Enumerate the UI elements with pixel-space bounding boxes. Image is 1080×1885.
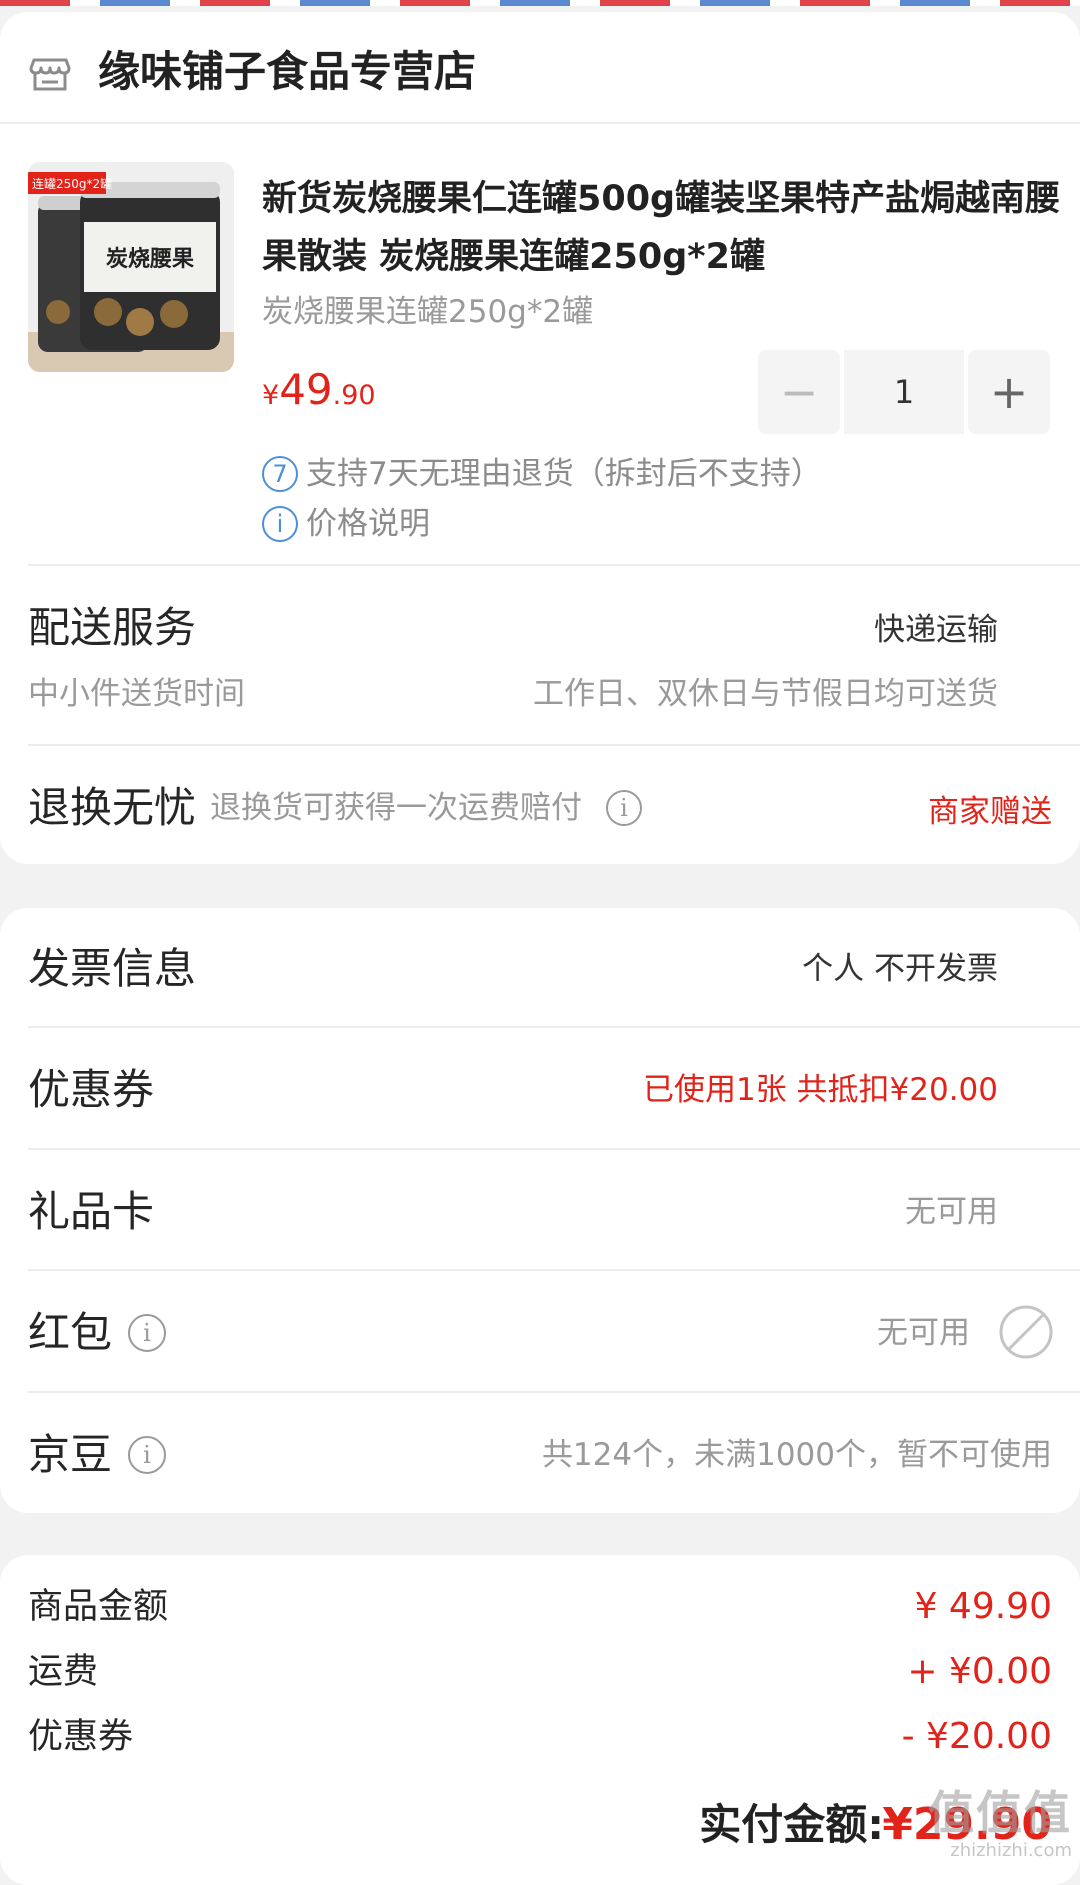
summary-value-coupon: - ¥20.00 — [901, 1716, 1052, 1757]
delivery-method[interactable]: 快递运输 — [874, 608, 998, 652]
divider — [28, 564, 1080, 566]
divider — [28, 1391, 1080, 1393]
pay-label: 实付金额: — [699, 1800, 884, 1849]
summary-value-shipping: + ¥0.00 — [907, 1651, 1052, 1692]
price-explanation-item[interactable]: i 价格说明 — [262, 502, 430, 546]
quantity-stepper[interactable]: − 1 + — [758, 350, 1054, 434]
info-icon[interactable]: i — [128, 1314, 167, 1352]
price-currency: ¥ — [262, 380, 280, 411]
invoice-value[interactable]: 个人 不开发票 — [802, 947, 998, 991]
divider — [28, 1148, 1080, 1150]
invoice-title: 发票信息 — [28, 944, 197, 993]
summary-label-coupon: 优惠券 — [28, 1717, 134, 1757]
summary-label-shipping: 运费 — [28, 1652, 99, 1692]
site-watermark: 值值值 zhizhizhi.com — [928, 1786, 1072, 1862]
divider — [28, 1269, 1080, 1271]
price-integer: 49 — [279, 365, 333, 414]
delivery-time-label: 中小件送货时间 — [28, 676, 245, 712]
coupon-value[interactable]: 已使用1张 共抵扣¥20.00 — [643, 1068, 998, 1112]
returns-row[interactable]: 退换无忧 退换货可获得一次运费赔付 i — [28, 778, 643, 838]
redpacket-title: 红包 — [28, 1308, 113, 1357]
coupon-title: 优惠券 — [28, 1065, 155, 1114]
disabled-toggle-icon[interactable] — [998, 1304, 1054, 1360]
store-icon — [28, 50, 72, 94]
watermark-url: zhizhizhi.com — [950, 1840, 1072, 1861]
returns-title: 退换无忧 — [28, 783, 197, 832]
product-thumbnail[interactable]: 连罐250g*2罐 炭烧腰果 — [28, 162, 234, 372]
product-price: ¥49.90 — [262, 360, 376, 429]
summary-label-goods: 商品金额 — [28, 1587, 169, 1627]
returns-desc: 退换货可获得一次运费赔付 — [210, 790, 583, 826]
returns-value: 商家赠送 — [928, 794, 1052, 830]
jingdou-value: 共124个，未满1000个，暂不可使用 — [541, 1437, 1052, 1473]
header-divider — [0, 122, 1080, 124]
increase-button[interactable]: + — [968, 350, 1050, 434]
order-item-card: 缘味铺子食品专营店 连罐250g*2罐 炭烧腰果 新货炭烧腰果仁连罐500g罐装… — [0, 12, 1080, 864]
payment-options-card: 发票信息 个人 不开发票 优惠券 已使用1张 共抵扣¥20.00 礼品卡 无可用… — [0, 908, 1080, 1513]
product-title[interactable]: 新货炭烧腰果仁连罐500g罐装坚果特产盐焗越南腰果散装 炭烧腰果连罐250g*2… — [262, 170, 1062, 286]
info-icon[interactable]: i — [128, 1436, 167, 1474]
watermark-logo-text: 值值值 — [928, 1786, 1072, 1840]
seven-day-return-icon: 7 — [262, 456, 298, 492]
return-policy-text: 支持7天无理由退货（拆封后不支持） — [306, 456, 822, 492]
decrease-button[interactable]: − — [758, 350, 840, 434]
quantity-value[interactable]: 1 — [844, 350, 964, 434]
summary-value-goods: ¥ 49.90 — [914, 1586, 1052, 1627]
jingdou-row: 京豆 i — [28, 1425, 167, 1485]
thumb-brand-text: 炭烧腰果 — [106, 246, 194, 272]
price-explanation-text: 价格说明 — [306, 506, 430, 542]
jingdou-title: 京豆 — [28, 1430, 113, 1479]
divider — [28, 1026, 1080, 1028]
airmail-border — [0, 0, 1080, 6]
price-decimal: .90 — [332, 380, 376, 411]
giftcard-title: 礼品卡 — [28, 1187, 155, 1236]
delivery-title: 配送服务 — [28, 603, 197, 652]
info-icon: i — [262, 506, 298, 542]
product-spec: 炭烧腰果连罐250g*2罐 — [262, 294, 594, 330]
order-summary-card: 商品金额 ¥ 49.90 运费 + ¥0.00 优惠券 - ¥20.00 实付金… — [0, 1555, 1080, 1885]
divider — [28, 744, 1080, 746]
redpacket-value: 无可用 — [877, 1315, 970, 1351]
delivery-time-value: 工作日、双休日与节假日均可送货 — [533, 676, 998, 712]
thumb-badge-text: 连罐250g*2罐 — [32, 176, 112, 191]
giftcard-value[interactable]: 无可用 — [905, 1190, 998, 1234]
store-name[interactable]: 缘味铺子食品专营店 — [98, 42, 476, 102]
info-icon[interactable]: i — [606, 790, 643, 826]
redpacket-row: 红包 i — [28, 1303, 167, 1363]
return-policy-item[interactable]: 7 支持7天无理由退货（拆封后不支持） — [262, 452, 822, 496]
